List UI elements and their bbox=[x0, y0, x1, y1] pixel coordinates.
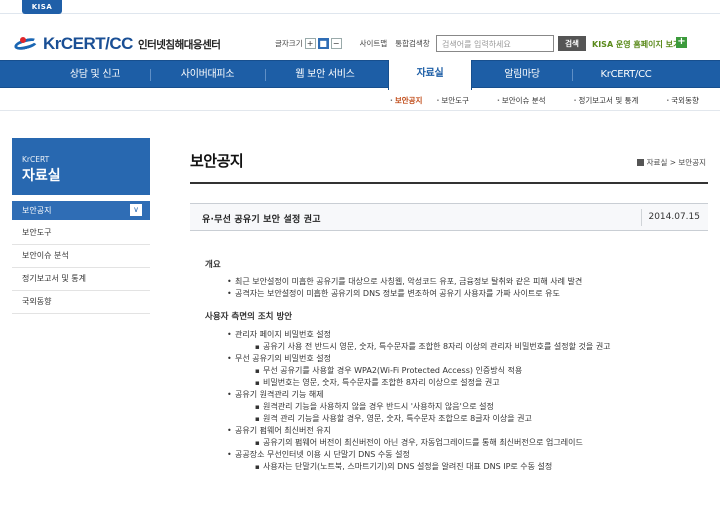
subnav-item-issue-analysis[interactable]: · 보안이슈 분석 bbox=[497, 95, 560, 106]
chevron-down-icon[interactable]: ∨ bbox=[130, 204, 142, 216]
nav-item-cyber-shelter[interactable]: 사이버대피소 bbox=[150, 61, 265, 89]
fontsize-label: 글자크기 bbox=[275, 39, 303, 48]
sidebar-item-reports[interactable]: 정기보고서 및 통계 bbox=[12, 268, 150, 291]
sidebar-menu: 보안공지 ∨ 보안도구 보안이슈 분석 정기보고서 및 통계 국외동향 bbox=[12, 201, 150, 314]
logo-subtitle: 인터넷침해대응센터 bbox=[137, 38, 221, 51]
list-subitem: 공유기 사용 전 반드시 영문, 숫자, 특수문자를 조합한 8자리 이상의 관… bbox=[205, 341, 705, 353]
nav-item-archive[interactable]: 자료실 bbox=[388, 60, 472, 90]
list-item: 공공장소 무선인터넷 이용 시 단말기 DNS 수동 설정 bbox=[205, 449, 705, 461]
list-subitem: 공유기의 펌웨어 버전이 최신버전이 아닌 경우, 자동업그레이드를 통해 최신… bbox=[205, 437, 705, 449]
sidebar-title-box: KrCERT 자료실 bbox=[12, 138, 150, 195]
kisa-tab[interactable]: KISA bbox=[22, 0, 62, 14]
section-heading-measures: 사용자 측면의 조치 방안 bbox=[205, 312, 293, 322]
sidebar-item-security-tools[interactable]: 보안도구 bbox=[12, 222, 150, 245]
kisa-homepage-link[interactable]: KISA 운영 홈페이지 보기 bbox=[592, 39, 680, 50]
section-heading-overview: 개요 bbox=[205, 260, 221, 270]
search-label: 통합검색창 bbox=[395, 39, 430, 48]
list-subitem: 원격 관리 기능을 사용할 경우, 영문, 숫자, 특수문자 조합으로 8글자 … bbox=[205, 413, 705, 425]
site-logo[interactable]: KrCERT/CC 인터넷침해대응센터 bbox=[13, 34, 221, 54]
nav-item-krcert[interactable]: KrCERT/CC bbox=[572, 61, 680, 89]
utility-bar: 글자크기 + ■ − 사이트맵 통합검색창 bbox=[275, 38, 430, 49]
date-divider bbox=[641, 209, 642, 226]
title-divider bbox=[190, 182, 708, 184]
search-input[interactable]: 검색어를 입력하세요 bbox=[436, 35, 554, 52]
breadcrumb: 자료실 > 보안공지 bbox=[636, 157, 706, 168]
list-item: 공격자는 보안설정이 미흡한 공유기의 DNS 정보를 변조하여 공유기 사용자… bbox=[205, 288, 705, 300]
list-subitem: 비밀번호는 영문, 숫자, 특수문자를 조합한 8자리 이상으로 설정을 권고 bbox=[205, 377, 705, 389]
article-header: 유·무선 공유기 보안 설정 권고 2014.07.15 bbox=[190, 203, 708, 231]
nav-item-consult[interactable]: 상담 및 신고 bbox=[40, 61, 150, 89]
sidebar-title-ko: 자료실 bbox=[22, 168, 61, 184]
list-item: 공유기 원격관리 기능 해제 bbox=[205, 389, 705, 401]
article-body: 개요 최근 보안설정이 미흡한 공유기를 대상으로 사칭웹, 악성코드 유포, … bbox=[205, 258, 705, 473]
article-date: 2014.07.15 bbox=[648, 212, 700, 222]
page-title: 보안공지 bbox=[190, 152, 244, 170]
sidebar-item-issue-analysis[interactable]: 보안이슈 분석 bbox=[12, 245, 150, 268]
sidebar-item-overseas[interactable]: 국외동향 bbox=[12, 291, 150, 314]
font-default-button[interactable]: ■ bbox=[317, 38, 329, 49]
logo-text: KrCERT/CC bbox=[43, 34, 133, 53]
font-increase-button[interactable]: + bbox=[304, 38, 316, 49]
sidebar-item-security-notice[interactable]: 보안공지 ∨ bbox=[12, 201, 150, 220]
list-item: 무선 공유기의 비밀번호 설정 bbox=[205, 353, 705, 365]
search-button[interactable]: 검색 bbox=[558, 36, 586, 51]
subnav-item-reports[interactable]: · 정기보고서 및 통계 bbox=[574, 95, 653, 106]
list-item: 최근 보안설정이 미흡한 공유기를 대상으로 사칭웹, 악성코드 유포, 금융정… bbox=[205, 276, 705, 288]
list-item: 공유기 펌웨어 최신버전 유지 bbox=[205, 425, 705, 437]
font-decrease-button[interactable]: − bbox=[330, 38, 342, 49]
sidebar-title-en: KrCERT bbox=[22, 155, 50, 164]
top-strip: KISA bbox=[0, 0, 720, 14]
subnav-item-security-tools[interactable]: · 보안도구 bbox=[436, 95, 482, 106]
subnav-item-overseas[interactable]: · 국외동향 bbox=[666, 95, 712, 106]
sub-nav: · 보안공지 · 보안도구 · 보안이슈 분석 · 정기보고서 및 통계 · 국외동향 bbox=[390, 95, 720, 106]
list-subitem: 무선 공유기를 사용할 경우 WPA2(Wi-Fi Protected Acce… bbox=[205, 365, 705, 377]
header-divider bbox=[0, 110, 720, 111]
list-subitem: 원격관리 기능을 사용하지 않을 경우 반드시 '사용하지 않음'으로 설정 bbox=[205, 401, 705, 413]
article-title: 유·무선 공유기 보안 설정 권고 bbox=[202, 215, 321, 225]
list-item: 관리자 페이지 비밀번호 설정 bbox=[205, 329, 705, 341]
subnav-item-security-notice[interactable]: · 보안공지 bbox=[390, 95, 422, 106]
header: KrCERT/CC 인터넷침해대응센터 글자크기 + ■ − 사이트맵 통합검색… bbox=[0, 15, 720, 60]
list-subitem: 사용자는 단말기(노트북, 스마트기기)의 DNS 설정을 알려진 대표 DNS… bbox=[205, 461, 705, 473]
main-nav: 상담 및 신고 사이버대피소 웹 보안 서비스 자료실 알림마당 KrCERT/… bbox=[0, 60, 720, 90]
home-icon[interactable] bbox=[636, 159, 644, 166]
nav-item-web-security[interactable]: 웹 보안 서비스 bbox=[265, 61, 385, 89]
plus-icon[interactable]: + bbox=[676, 37, 687, 48]
sitemap-link[interactable]: 사이트맵 bbox=[360, 38, 388, 49]
nav-item-notice[interactable]: 알림마당 bbox=[472, 61, 572, 89]
logo-swoosh-icon bbox=[13, 36, 40, 52]
